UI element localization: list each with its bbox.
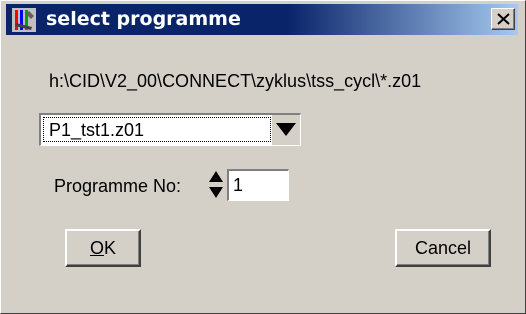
spin-down-button[interactable] (207, 185, 225, 200)
ok-label: K (104, 238, 117, 258)
triangle-down-icon (276, 123, 296, 136)
title-bar[interactable]: select programme (6, 4, 518, 35)
tools-icon (12, 8, 36, 32)
programme-number-label: Programme No: (54, 176, 182, 196)
arrow-down-icon (209, 187, 223, 198)
close-button[interactable] (491, 8, 515, 30)
programme-file-dropdown[interactable]: P1_tst1.z01 (39, 113, 301, 146)
cancel-button[interactable]: Cancel (395, 229, 491, 267)
programme-number-spinner (207, 169, 225, 201)
arrow-up-icon (209, 171, 223, 182)
spin-up-button[interactable] (207, 169, 225, 184)
ok-button[interactable]: OK (65, 229, 141, 267)
selected-file: P1_tst1.z01 (49, 120, 145, 140)
select-programme-dialog: select programme h:\CID\V2_00\CONNECT\zy… (0, 0, 526, 314)
ok-mnemonic: O (89, 238, 104, 258)
close-icon (497, 13, 510, 25)
dialog-title: select programme (46, 8, 241, 30)
programme-number-input[interactable] (227, 169, 289, 201)
dropdown-arrow-button[interactable] (272, 115, 300, 145)
directory-path: h:\CID\V2_00\CONNECT\zyklus\tss_cycl\*.z… (49, 71, 422, 91)
